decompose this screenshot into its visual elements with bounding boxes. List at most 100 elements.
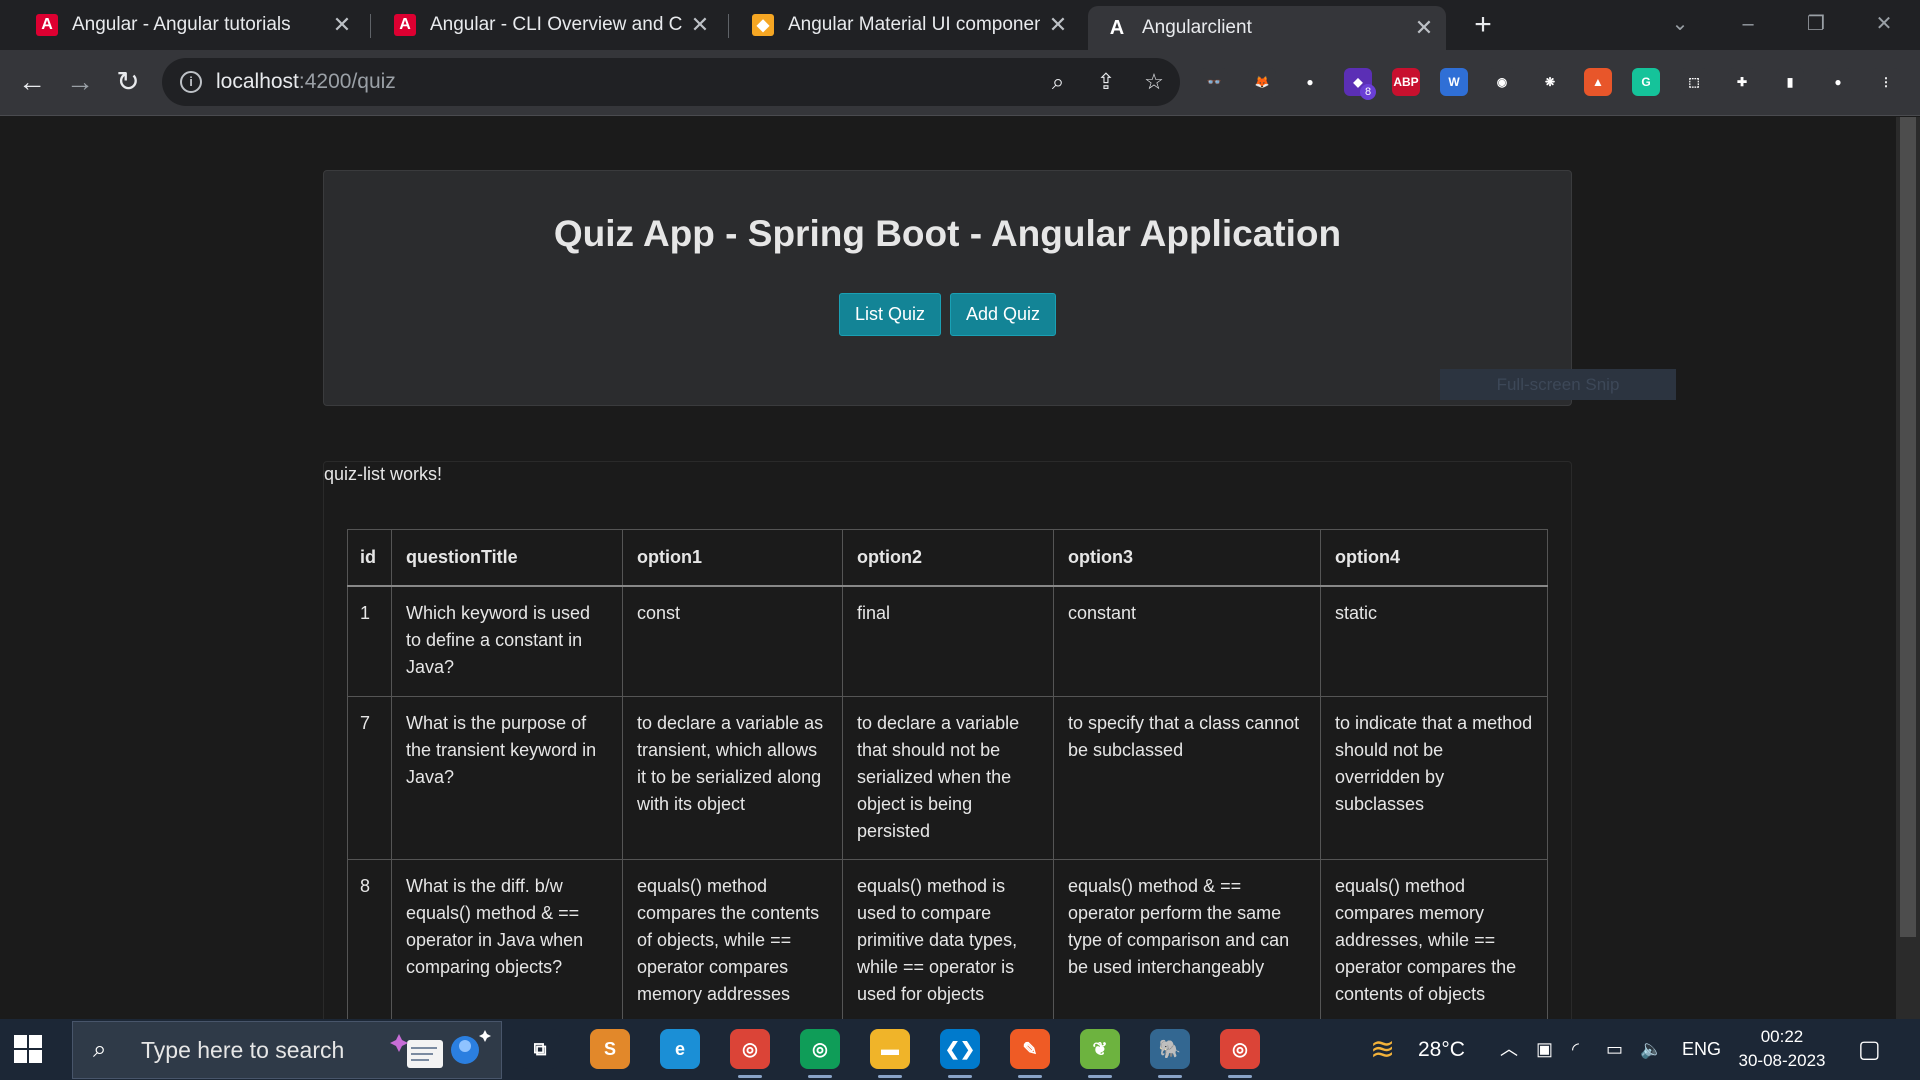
cell-id: 8 (347, 858, 392, 1019)
postgres-icon[interactable]: 🐘 (1150, 1029, 1190, 1069)
close-tab-icon[interactable]: ✕ (332, 12, 352, 38)
cell-option2: to declare a variable that should not be… (842, 695, 1054, 860)
address-bar[interactable]: i localhost:4200/quiz ⌕ ⇪ ☆ (162, 58, 1180, 106)
share-icon[interactable]: ⇪ (1092, 68, 1120, 96)
wifi-icon[interactable]: ◜ (1572, 1019, 1579, 1080)
table-header-row: id questionTitle option1 option2 option3… (347, 529, 1548, 587)
angular-favicon-icon: A (394, 14, 416, 36)
scrollbar-thumb[interactable] (1900, 117, 1916, 937)
clock-date: 30-08-2023 (1738, 1051, 1826, 1070)
weather-icon[interactable]: ≋ (1370, 1019, 1395, 1080)
spring-icon[interactable]: ❦ (1080, 1029, 1120, 1069)
sidepanel-icon[interactable]: ▮ (1776, 68, 1804, 96)
tab-search-icon[interactable]: ⌄ (1652, 6, 1708, 42)
zoom-icon[interactable]: ⌕ (1044, 68, 1072, 96)
glasses-icon[interactable]: 👓 (1200, 68, 1228, 96)
cell-option4: to indicate that a method should not be … (1320, 695, 1548, 860)
volume-icon[interactable]: 🔈 (1640, 1019, 1662, 1080)
tray-chevron-icon[interactable]: ︿ (1500, 1019, 1518, 1080)
camera-icon[interactable]: ◉ (1488, 68, 1516, 96)
tab-title: Angular - Angular tutorials (72, 14, 291, 35)
windows-start-icon[interactable] (14, 1035, 44, 1065)
task-view-icon[interactable]: ⧉ (520, 1029, 560, 1069)
running-indicator (738, 1075, 762, 1078)
tab-title: Angular - CLI Overview and Command (430, 14, 682, 35)
tray-monitor-icon[interactable]: ▣ (1536, 1019, 1553, 1080)
profile-icon[interactable]: ● (1824, 68, 1852, 96)
column-header: option3 (1053, 529, 1321, 587)
puzzle-icon[interactable]: ✚ (1728, 68, 1756, 96)
cell-option2: final (842, 585, 1054, 697)
cell-option1: to declare a variable as transient, whic… (622, 695, 843, 860)
restore-button[interactable]: ❐ (1788, 6, 1844, 42)
cell-option2: equals() method is used to compare primi… (842, 858, 1054, 1019)
list-quiz-button[interactable]: List Quiz (838, 293, 941, 336)
minimize-button[interactable]: – (1720, 6, 1776, 42)
running-indicator (948, 1075, 972, 1078)
close-window-button[interactable]: ✕ (1856, 6, 1912, 42)
cell-option3: equals() method & == operator perform th… (1053, 858, 1321, 1019)
rocket-icon[interactable]: ▲ (1584, 68, 1612, 96)
page-viewport: Quiz App - Spring Boot - Angular Applica… (0, 117, 1896, 1019)
forward-button[interactable]: → (60, 62, 100, 102)
tab-title: Angular Material UI component library (788, 14, 1040, 35)
close-tab-icon[interactable]: ✕ (1048, 12, 1068, 38)
tab-angularclient[interactable]: A Angularclient ✕ (1088, 6, 1446, 50)
chrome-profile-icon[interactable]: ◎ (800, 1029, 840, 1069)
tab-angular-cli[interactable]: A Angular - CLI Overview and Command ✕ (376, 6, 722, 44)
snip-overlay[interactable]: Full-screen Snip (1440, 369, 1676, 400)
new-tab-button[interactable]: + (1466, 8, 1500, 42)
chrome-k-icon[interactable]: ◎ (1220, 1029, 1260, 1069)
abp-icon[interactable]: ABP (1392, 68, 1420, 96)
notification-icon[interactable]: ▢ (1858, 1019, 1881, 1080)
close-tab-icon[interactable]: ✕ (1414, 15, 1434, 41)
quiz-list-status: quiz-list works! (324, 464, 443, 484)
tab-separator (370, 14, 371, 38)
cell-option4: static (1320, 585, 1548, 697)
fox-icon[interactable]: 🦊 (1248, 68, 1276, 96)
tab-angular-tutorials[interactable]: A Angular - Angular tutorials ✕ (18, 6, 364, 44)
language-indicator[interactable]: ENG (1682, 1019, 1721, 1080)
openai-icon[interactable]: ❋ (1536, 68, 1564, 96)
bookmark-star-icon[interactable]: ☆ (1140, 68, 1168, 96)
table-row: 8 What is the diff. b/w equals() method … (347, 858, 1548, 1019)
tab-separator (728, 14, 729, 38)
taskbar-search-box[interactable]: ⌕ Type here to search (72, 1021, 502, 1079)
close-tab-icon[interactable]: ✕ (690, 12, 710, 38)
header-buttons: List Quiz Add Quiz (324, 293, 1571, 336)
add-quiz-button[interactable]: Add Quiz (949, 293, 1057, 336)
column-header: option2 (842, 529, 1054, 587)
menu-icon[interactable]: ⋮ (1872, 68, 1900, 96)
url-host: localhost (216, 70, 299, 93)
cell-option3: to specify that a class cannot be subcla… (1053, 695, 1321, 860)
back-button[interactable]: ← (12, 62, 52, 102)
cell-question-title: What is the diff. b/w equals() method & … (391, 858, 623, 1019)
vscode-icon[interactable]: ❮❯ (940, 1029, 980, 1069)
reload-button[interactable]: ↻ (108, 62, 148, 102)
weather-temperature[interactable]: 28°C (1418, 1019, 1465, 1080)
file-explorer-icon[interactable]: ▬ (870, 1029, 910, 1069)
cell-option3: constant (1053, 585, 1321, 697)
edge-icon[interactable]: e (660, 1029, 700, 1069)
battery-icon[interactable]: ▭ (1606, 1019, 1623, 1080)
figure-icon[interactable]: ● (1296, 68, 1324, 96)
page-scrollbar[interactable] (1896, 117, 1920, 1019)
wappalyzer-icon[interactable]: W (1440, 68, 1468, 96)
page-title: Quiz App - Spring Boot - Angular Applica… (553, 213, 1342, 254)
screenshot-icon[interactable]: ⬚ (1680, 68, 1708, 96)
app-header-card: Quiz App - Spring Boot - Angular Applica… (323, 170, 1572, 406)
column-header: questionTitle (391, 529, 623, 587)
tab-angular-material[interactable]: ◆ Angular Material UI component library … (734, 6, 1080, 44)
chrome-icon[interactable]: ◎ (730, 1029, 770, 1069)
extension-badge: 8 (1360, 84, 1376, 100)
running-indicator (878, 1075, 902, 1078)
site-info-icon[interactable]: i (180, 71, 202, 93)
column-header: option4 (1320, 529, 1548, 587)
grammarly-icon[interactable]: G (1632, 68, 1660, 96)
column-header: option1 (622, 529, 843, 587)
running-indicator (1158, 1075, 1182, 1078)
sublime-icon[interactable]: S (590, 1029, 630, 1069)
clock[interactable]: 00:22 30-08-2023 (1730, 1025, 1834, 1073)
cell-option1: const (622, 585, 843, 697)
postman-icon[interactable]: ✎ (1010, 1029, 1050, 1069)
